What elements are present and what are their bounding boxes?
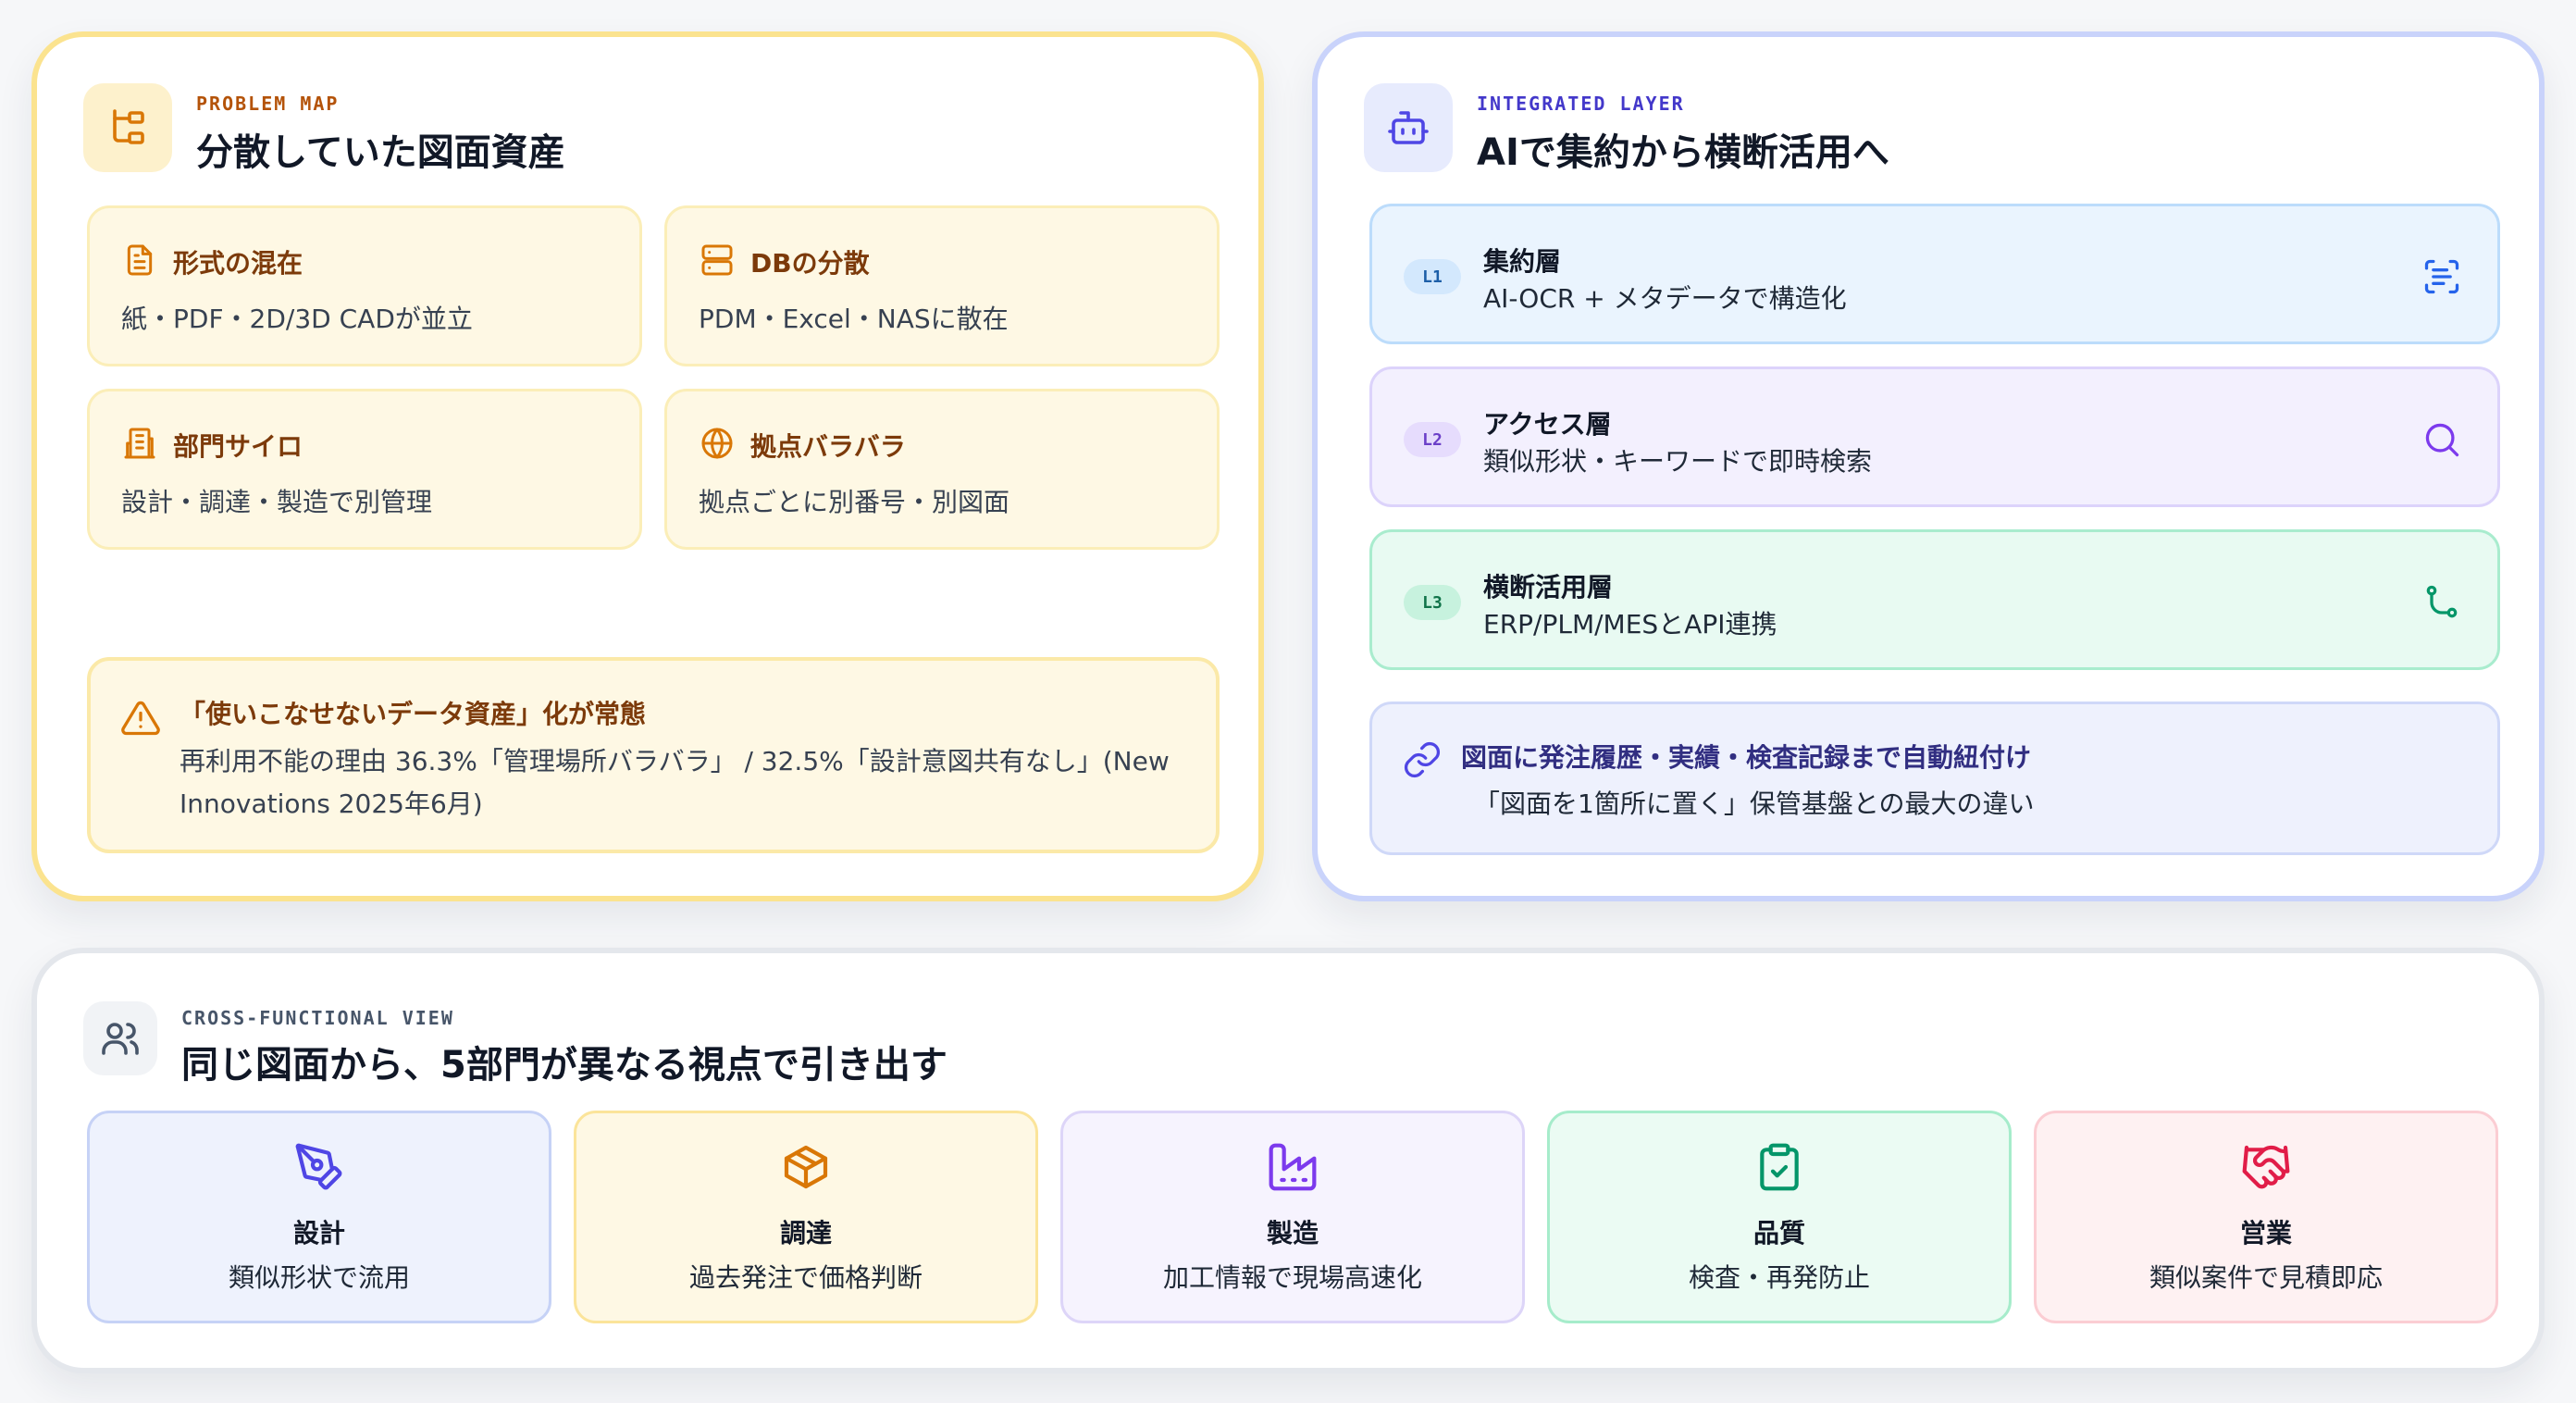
department-card-manufacturing: 製造 加工情報で現場高速化: [1060, 1111, 1525, 1323]
department-desc: 類似案件で見積即応: [2149, 1262, 2383, 1293]
cross-functional-panel: CROSS-FUNCTIONAL VIEW 同じ図面から、5部門が異なる視点で引…: [31, 948, 2545, 1373]
layer-card-l1: L1 集約層 AI-OCR + メタデータで構造化: [1369, 204, 2500, 344]
problem-card-title: 拠点バラバラ: [750, 431, 906, 462]
department-title: 営業: [2239, 1218, 2292, 1248]
database-icon: [699, 242, 736, 279]
section-title: 同じ図面から、5部門が異なる視点で引き出す: [181, 1044, 947, 1086]
warning-icon: [120, 698, 161, 739]
section-eyebrow: CROSS-FUNCTIONAL VIEW: [181, 1007, 454, 1029]
layer-title: アクセス層: [1483, 409, 1612, 440]
building-icon: [121, 425, 158, 462]
warning-desc: 再利用不能の理由 36.3%「管理場所バラバラ」 / 32.5%「設計意図共有な…: [180, 746, 1170, 819]
problem-card: DBの分散 PDM・Excel・NASに散在: [664, 205, 1220, 366]
department-title: 調達: [779, 1218, 832, 1248]
problem-card: 形式の混在 紙・PDF・2D/3D CADが並立: [87, 205, 642, 366]
problem-card-title: 部門サイロ: [173, 431, 303, 462]
section-eyebrow: PROBLEM MAP: [196, 93, 340, 115]
scan-text-icon: [2421, 256, 2462, 297]
branch-icon: [2421, 582, 2462, 623]
layer-badge: L2: [1404, 422, 1461, 457]
problem-card-desc: 拠点ごとに別番号・別図面: [699, 487, 1010, 517]
problem-card: 部門サイロ 設計・調達・製造で別管理: [87, 389, 642, 550]
factory-icon: [1267, 1141, 1319, 1193]
link-callout: 図面に発注履歴・実績・検査記録まで自動紐付け 「図面を1箇所に置く」保管基盤との…: [1369, 702, 2500, 855]
warning-title: 「使いこなせないデータ資産」化が常態: [180, 699, 647, 729]
department-desc: 過去発注で価格判断: [688, 1262, 923, 1293]
department-card-sales: 営業 類似案件で見積即応: [2034, 1111, 2498, 1323]
globe-icon: [699, 425, 736, 462]
department-title: 製造: [1266, 1218, 1319, 1248]
layer-card-l3: L3 横断活用層 ERP/PLM/MESとAPI連携: [1369, 529, 2500, 670]
robot-icon: [1364, 83, 1453, 172]
problem-card-title: 形式の混在: [173, 248, 303, 279]
problem-card-desc: PDM・Excel・NASに散在: [699, 304, 1009, 334]
department-card-design: 設計 類似形状で流用: [87, 1111, 551, 1323]
layer-title: 集約層: [1483, 246, 1562, 277]
layer-badge: L3: [1404, 585, 1461, 620]
clipboard-check-icon: [1753, 1141, 1805, 1193]
layer-desc: ERP/PLM/MESとAPI連携: [1483, 609, 1777, 639]
problem-card-desc: 設計・調達・製造で別管理: [121, 487, 433, 517]
search-icon: [2421, 419, 2462, 460]
package-icon: [780, 1141, 832, 1193]
department-card-procurement: 調達 過去発注で価格判断: [574, 1111, 1038, 1323]
section-title: 分散していた図面資産: [196, 131, 565, 174]
department-desc: 類似形状で流用: [228, 1262, 410, 1293]
department-desc: 加工情報で現場高速化: [1162, 1262, 1422, 1293]
layer-desc: 類似形状・キーワードで即時検索: [1483, 446, 1873, 477]
layer-title: 横断活用層: [1483, 572, 1614, 602]
users-icon: [83, 1001, 157, 1075]
problem-card: 拠点バラバラ 拠点ごとに別番号・別図面: [664, 389, 1220, 550]
section-eyebrow: INTEGRATED LAYER: [1477, 93, 1685, 115]
department-desc: 検査・再発防止: [1688, 1262, 1870, 1293]
layer-card-l2: L2 アクセス層 類似形状・キーワードで即時検索: [1369, 366, 2500, 507]
problem-card-desc: 紙・PDF・2D/3D CADが並立: [121, 304, 473, 334]
department-title: 設計: [292, 1218, 345, 1248]
problem-map-panel: PROBLEM MAP 分散していた図面資産 形式の混在 紙・PDF・2D/3D…: [31, 31, 1264, 901]
layer-badge: L1: [1404, 259, 1461, 294]
department-card-quality: 品質 検査・再発防止: [1547, 1111, 2012, 1323]
link-icon: [1402, 739, 1443, 780]
department-title: 品質: [1752, 1218, 1805, 1248]
link-title: 図面に発注履歴・実績・検査記録まで自動紐付け: [1461, 742, 2032, 773]
problem-card-title: DBの分散: [750, 248, 870, 279]
handshake-icon: [2240, 1141, 2292, 1193]
pen-tool-icon: [293, 1141, 345, 1193]
link-desc: 「図面を1箇所に置く」保管基盤との最大の違い: [1474, 788, 2035, 819]
document-icon: [121, 242, 158, 279]
integrated-layer-panel: INTEGRATED LAYER AIで集約から横断活用へ L1 集約層 AI-…: [1312, 31, 2545, 901]
layer-desc: AI-OCR + メタデータで構造化: [1483, 283, 1847, 314]
section-title: AIで集約から横断活用へ: [1477, 131, 1889, 174]
hierarchy-icon: [83, 83, 172, 172]
warning-callout: 「使いこなせないデータ資産」化が常態 再利用不能の理由 36.3%「管理場所バラ…: [87, 657, 1220, 853]
